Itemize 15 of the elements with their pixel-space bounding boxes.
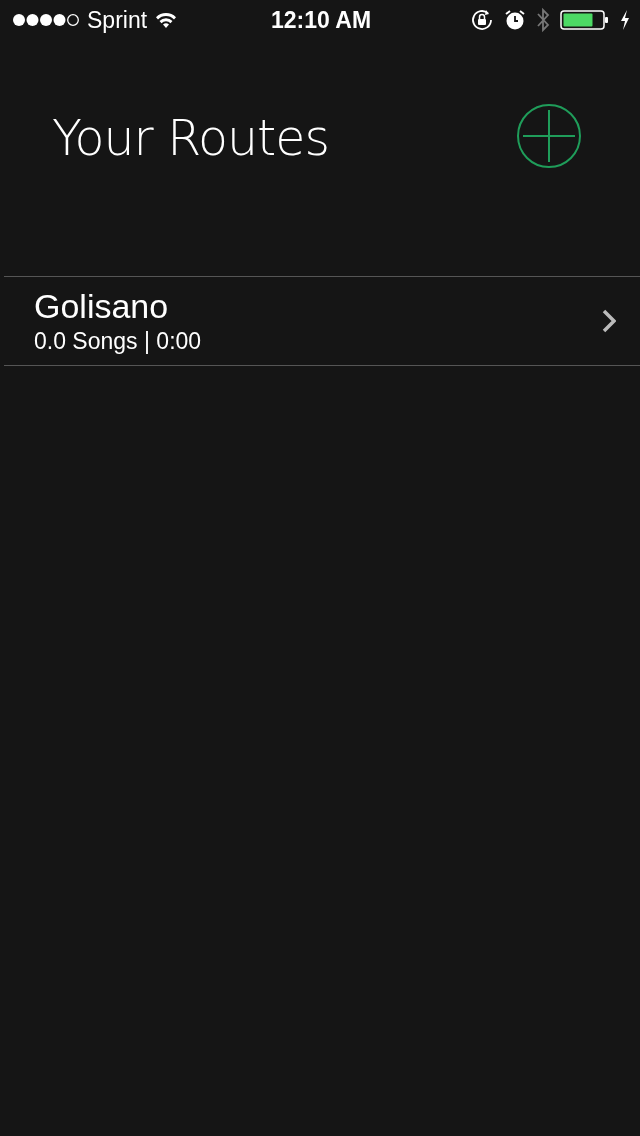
route-details: 0.0 Songs | 0:00 [34, 328, 203, 355]
route-row[interactable]: Golisano 0.0 Songs | 0:00 [4, 277, 640, 366]
page-title: Your Routes [52, 109, 329, 167]
wifi-icon [154, 11, 179, 29]
rotation-lock-icon [470, 8, 494, 32]
alarm-icon [504, 9, 526, 31]
clock-time: 12:10 AM [270, 6, 372, 34]
chevron-icon [602, 309, 616, 333]
bluetooth-icon [536, 7, 550, 33]
charging-icon [620, 10, 630, 30]
add-button[interactable] [516, 103, 582, 169]
signal-icon [12, 13, 80, 27]
route-name: Golisano [34, 287, 170, 326]
carrier-name: Sprint [87, 6, 148, 34]
battery-icon [560, 9, 610, 31]
